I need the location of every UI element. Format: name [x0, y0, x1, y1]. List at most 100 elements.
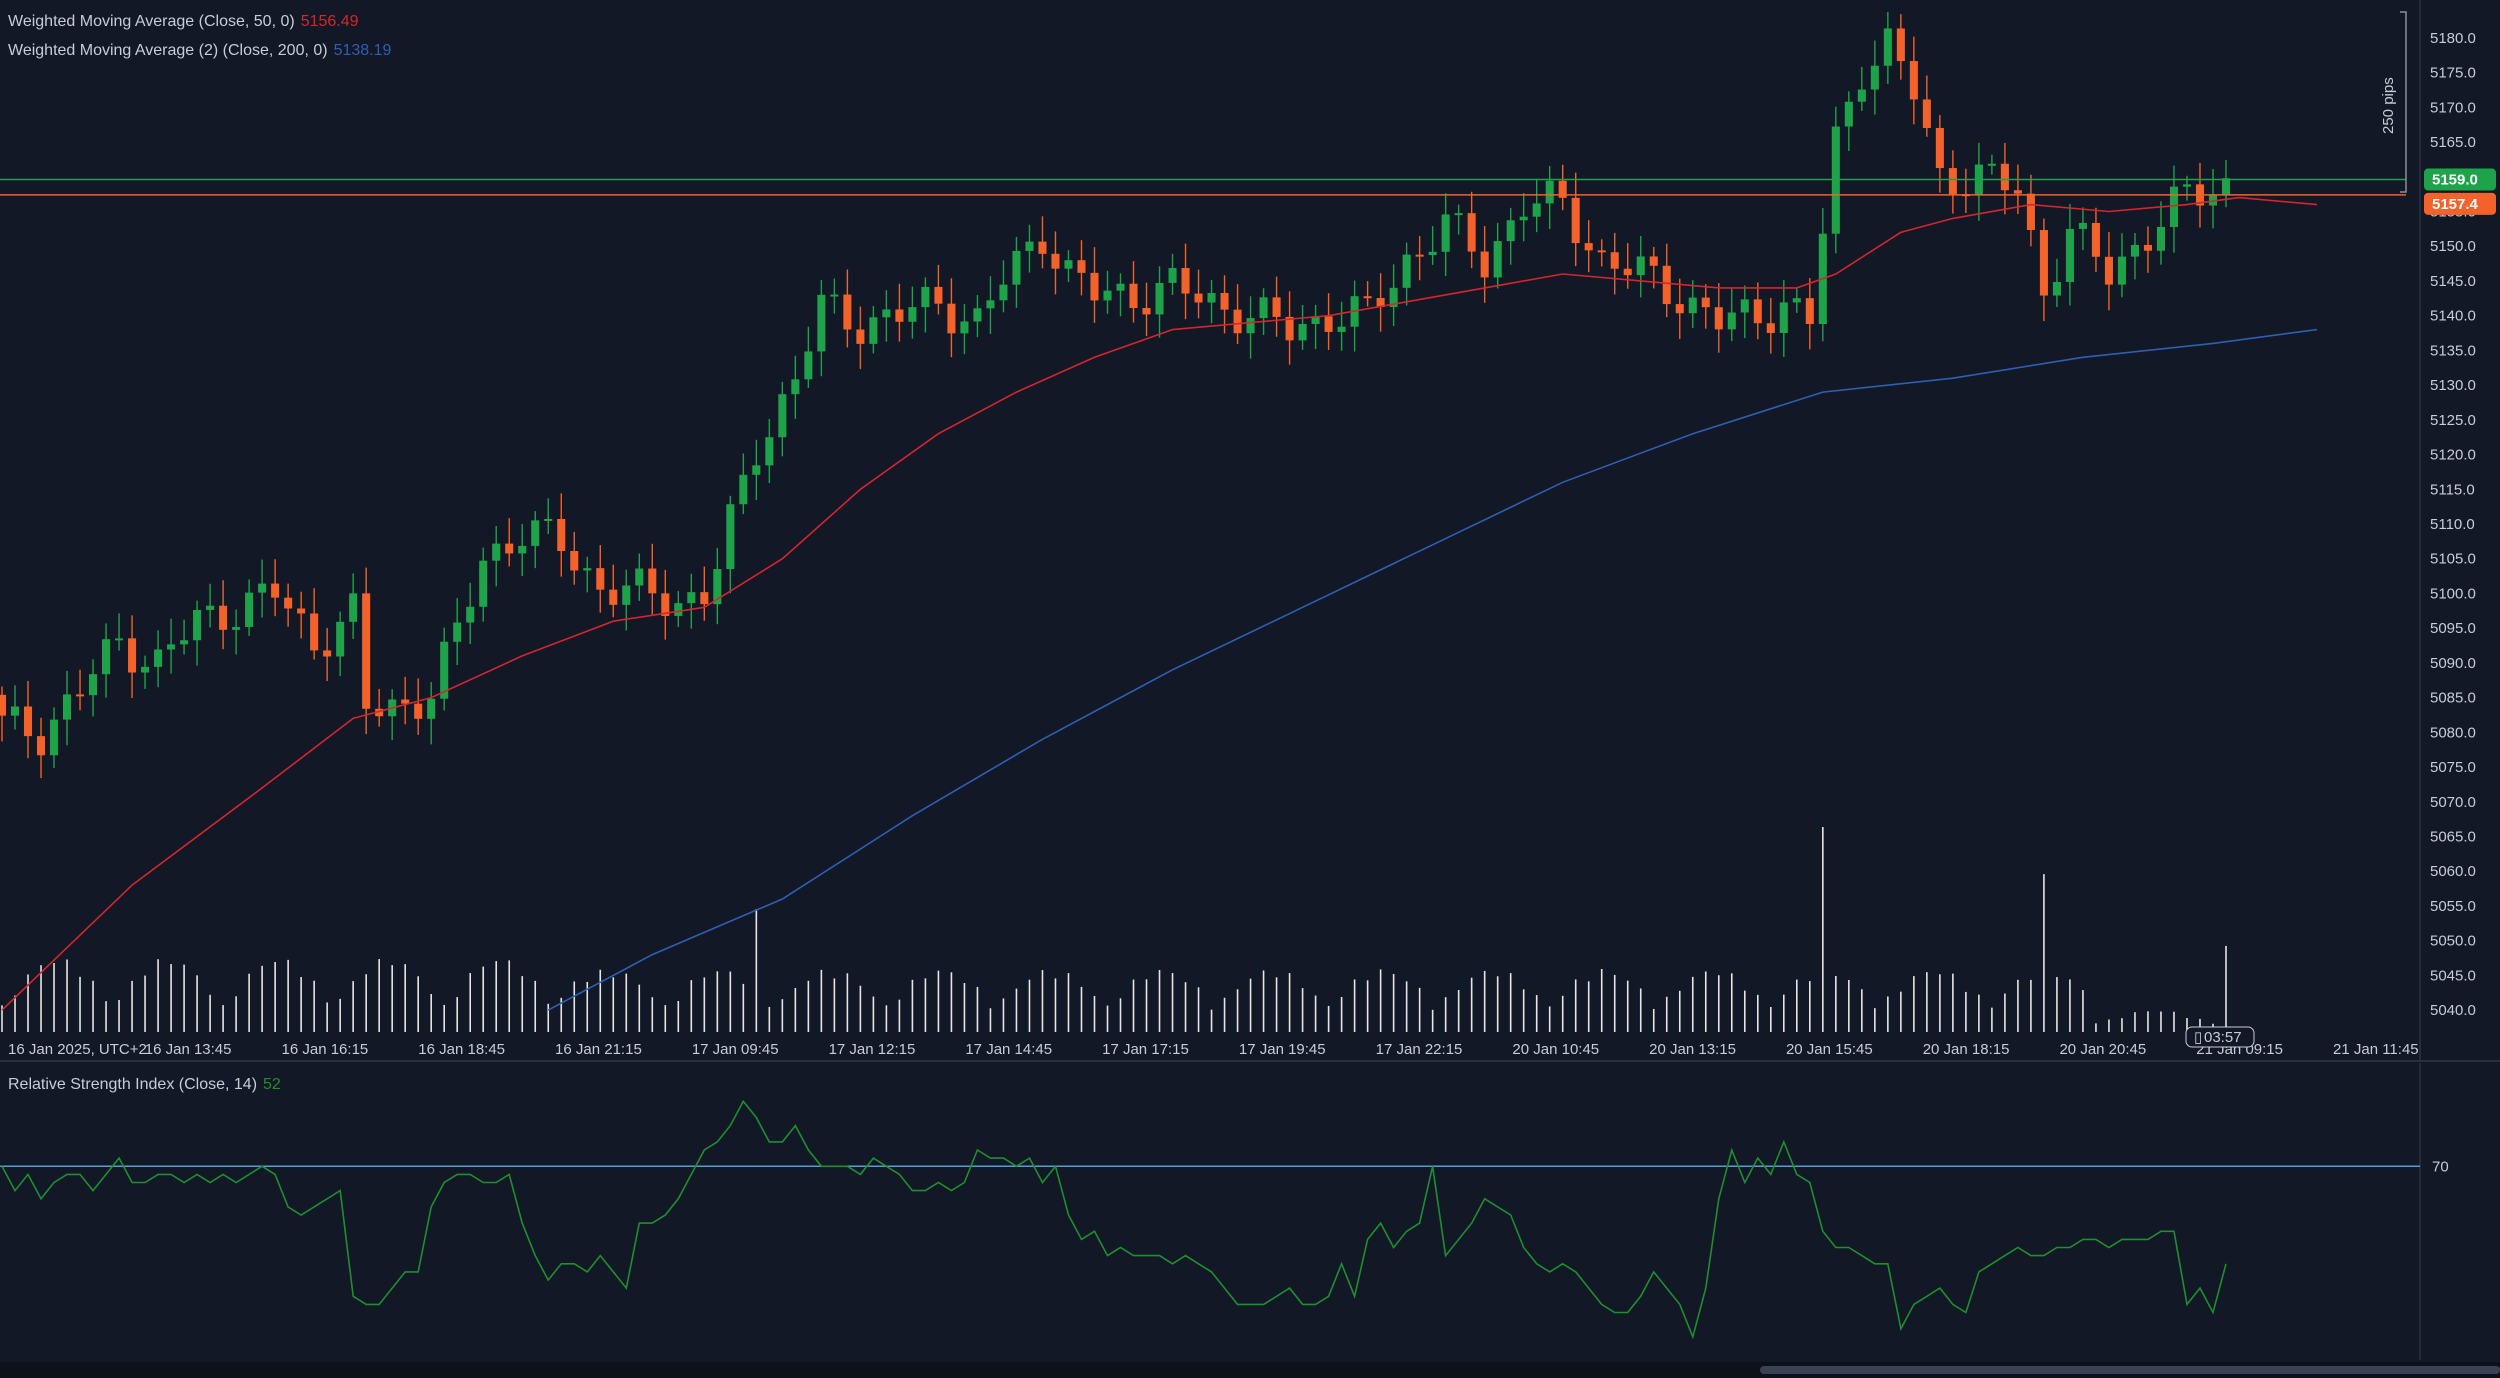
- candle-body: [1025, 241, 1034, 251]
- price-tick-label: 5095.0: [2430, 620, 2476, 637]
- candle-body: [1636, 256, 1645, 276]
- bid-price-badge: 5159.0: [2432, 172, 2478, 189]
- price-tick-label: 5110.0: [2430, 516, 2475, 533]
- candle-body: [2091, 222, 2100, 257]
- candle-body: [1753, 299, 1762, 324]
- candle-body: [2221, 178, 2231, 195]
- candle-body: [726, 504, 735, 570]
- candle-body: [557, 518, 566, 551]
- price-tick-label: 5145.0: [2430, 273, 2476, 290]
- price-tick-label: 5055.0: [2430, 898, 2476, 915]
- trading-chart[interactable]: 5180.05175.05170.05165.05160.05155.05150…: [0, 0, 2500, 1378]
- candle-body: [531, 520, 540, 546]
- candle-body: [1675, 304, 1684, 314]
- candle-body: [2052, 281, 2061, 296]
- candle-body: [2182, 184, 2192, 187]
- candle-body: [1428, 251, 1437, 256]
- candle-body: [934, 286, 943, 304]
- candle-body: [1077, 260, 1086, 273]
- candle-body: [76, 694, 85, 697]
- price-tick-label: 5130.0: [2430, 377, 2476, 394]
- candle-body: [1909, 61, 1918, 100]
- candle-body: [2104, 256, 2113, 285]
- candle-body: [2143, 244, 2152, 251]
- price-badge-green: 5159.0: [2424, 168, 2496, 191]
- candle-body: [245, 592, 254, 628]
- time-tick-label: 20 Jan 10:45: [1512, 1041, 1599, 1058]
- candle-body: [570, 550, 579, 571]
- candlesticks: [0, 11, 2231, 779]
- price-tick-label: 5080.0: [2430, 724, 2476, 741]
- candle-body: [1506, 220, 1515, 242]
- candle-body: [973, 308, 982, 322]
- candle-body: [648, 568, 657, 594]
- candle-body: [986, 300, 995, 309]
- price-tick-label: 5085.0: [2430, 690, 2476, 707]
- candle-body: [2026, 193, 2035, 231]
- candle-body: [1792, 298, 1801, 303]
- candle-body: [1285, 316, 1294, 341]
- candle-body: [206, 605, 215, 610]
- candle-body: [908, 307, 917, 322]
- candle-body: [2039, 230, 2048, 296]
- candle-body: [1597, 250, 1606, 253]
- candle-body: [1142, 307, 1151, 315]
- candle-body: [1246, 318, 1255, 334]
- candle-body: [1727, 312, 1736, 330]
- candle-body: [180, 640, 189, 645]
- candle-body: [960, 321, 969, 334]
- candle-body: [895, 309, 904, 322]
- candle-body: [297, 608, 306, 614]
- candle-body: [1324, 316, 1333, 332]
- candle-body: [1051, 253, 1060, 269]
- candle-body: [1935, 127, 1944, 169]
- candle-body: [791, 379, 800, 395]
- price-tick-label: 5090.0: [2430, 655, 2476, 672]
- candle-body: [1103, 290, 1112, 301]
- candle-body: [596, 568, 605, 590]
- candle-body: [830, 294, 839, 297]
- candle-body: [1571, 197, 1580, 244]
- price-tick-label: 5100.0: [2430, 585, 2476, 602]
- price-tick-label: 5165.0: [2430, 134, 2476, 151]
- candle-body: [1766, 323, 1775, 333]
- candle-body: [1207, 292, 1216, 303]
- candle-body: [1623, 268, 1632, 276]
- countdown-badge: ▯ 03:57: [2185, 1026, 2255, 1048]
- candle-body: [1662, 265, 1671, 305]
- candle-body: [687, 592, 696, 604]
- candle-body: [1168, 268, 1177, 283]
- candle-body: [1363, 296, 1372, 299]
- candle-body: [2117, 256, 2126, 285]
- price-tick-label: 5105.0: [2430, 551, 2476, 568]
- candle-body: [284, 597, 293, 609]
- scrollbar-thumb[interactable]: [1760, 1366, 2500, 1374]
- time-tick-label: 21 Jan 11:45: [2333, 1041, 2419, 1058]
- candle-body: [323, 650, 332, 657]
- candle-body: [1090, 272, 1099, 301]
- candle-body: [817, 294, 826, 352]
- time-tick-label: 16 Jan 21:15: [555, 1041, 642, 1058]
- candle-body: [1857, 89, 1866, 102]
- candle-body: [583, 568, 592, 571]
- candle-body: [427, 698, 436, 719]
- rsi-70-label: 70: [2432, 1158, 2449, 1175]
- candle-body: [232, 627, 241, 630]
- price-tick-label: 5175.0: [2430, 65, 2476, 82]
- candle-body: [1181, 268, 1190, 294]
- price-badge-orange: 5157.4: [2424, 192, 2496, 215]
- candle-body: [62, 694, 72, 720]
- candle-body: [10, 706, 20, 716]
- candle-body: [115, 638, 124, 641]
- time-axis[interactable]: 16 Jan 2025, UTC+216 Jan 13:45 16 Jan 16:…: [8, 1041, 2419, 1058]
- price-tick-label: 5150.0: [2430, 238, 2476, 255]
- candle-body: [1337, 326, 1346, 332]
- candle-body: [1545, 180, 1554, 204]
- candle-body: [1532, 203, 1541, 217]
- candle-body: [1870, 65, 1879, 90]
- time-tick-label: 20 Jan 15:45: [1786, 1041, 1873, 1058]
- candle-body: [362, 593, 371, 709]
- candle-body: [1454, 213, 1463, 216]
- time-tick-label: 20 Jan 18:15: [1923, 1041, 2010, 1058]
- candle-body: [843, 294, 852, 330]
